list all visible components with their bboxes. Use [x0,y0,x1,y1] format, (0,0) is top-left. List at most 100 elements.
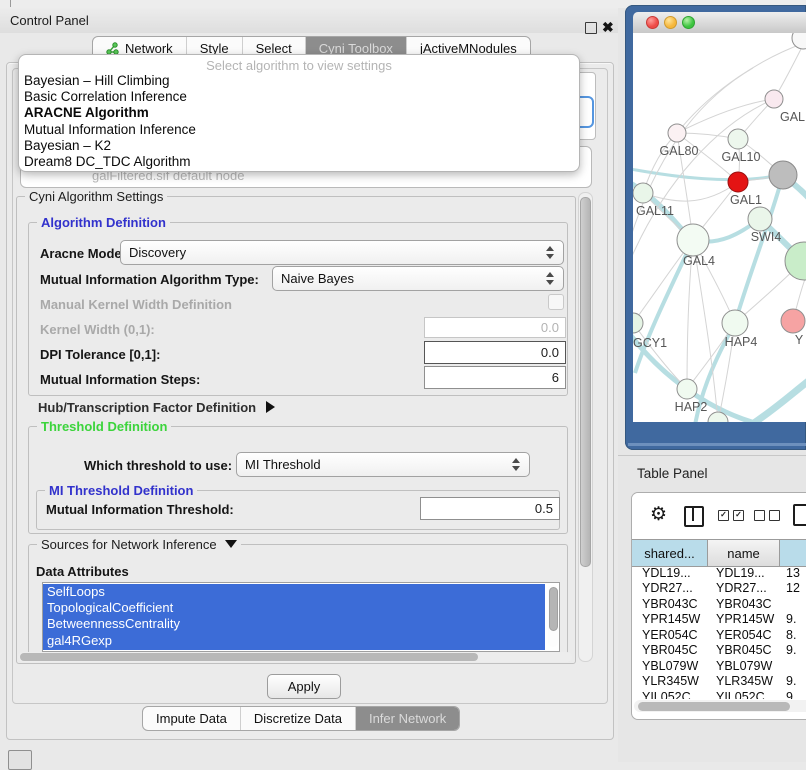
data-attribute-item[interactable]: SelfLoops [43,584,545,600]
document-icon[interactable] [793,504,806,526]
table-cell: 13 [780,566,806,580]
node-label: GAL1 [730,193,762,207]
algorithm-option[interactable]: Basic Correlation Inference [19,89,579,105]
network-node-hap2[interactable] [677,379,697,399]
table-row[interactable]: YLR345WYLR345W9. [632,674,806,690]
apply-button[interactable]: Apply [267,674,341,699]
tab-discretize-data[interactable]: Discretize Data [240,707,355,730]
table-row[interactable]: YPR145WYPR145W9. [632,612,806,628]
table-cell: YBL079W [632,659,708,673]
deselect-all-checkboxes-icon[interactable] [754,510,780,521]
network-node-gal80[interactable] [668,124,686,142]
expand-arrow-icon[interactable] [266,401,275,413]
algorithm-option[interactable]: Dream8 DC_TDC Algorithm [19,154,579,170]
table-cell: YER054C [632,628,708,642]
settings-horizontal-scrollbar[interactable] [18,652,572,662]
table-horizontal-scrollbar[interactable] [634,700,806,712]
network-edge-thick[interactable] [751,379,806,422]
network-window[interactable]: GALGAL80GAL10GAL1GAL11SWI4GAL4HAP4YGCY1H… [625,5,806,450]
scrollbar-thumb[interactable] [580,197,591,567]
data-attributes-list[interactable]: SelfLoopsTopologicalCoefficientBetweenne… [42,582,560,652]
panel-dock-button[interactable] [8,750,32,770]
table-cell: YLR345W [708,674,780,688]
algorithm-option[interactable]: Mutual Information Inference [19,122,579,138]
table-row[interactable]: YIL052CYIL052C9 [632,689,806,699]
algorithm-dropdown: Select algorithm to view settings Bayesi… [18,54,580,172]
column-header-cut[interactable] [780,540,806,566]
network-edge[interactable] [774,43,804,99]
table-row[interactable]: YER054CYER054C8. [632,627,806,643]
close-icon[interactable]: ✖ [602,19,614,35]
network-node-gal11[interactable] [633,183,653,203]
stepper-icon [546,272,555,285]
tab-impute-data[interactable]: Impute Data [143,707,240,730]
node-label: HAP2 [675,400,708,414]
table-cell: YDR27... [632,581,708,595]
network-node-y[interactable] [781,309,805,333]
network-edge-thick[interactable] [633,168,781,180]
network-edge[interactable] [643,182,738,201]
which-threshold-select[interactable]: MI Threshold [236,452,530,477]
settings-vertical-scrollbar[interactable] [578,192,593,662]
table-cell: 9. [780,643,806,657]
tab-label: Discretize Data [254,711,342,726]
group-title: Threshold Definition [37,419,171,434]
kernel-width-input[interactable]: 0.0 [424,317,566,338]
input-value: 6 [552,370,559,385]
table-cell: YIL052C [708,690,780,699]
network-window-titlebar[interactable] [633,12,806,34]
node-label: GCY1 [633,336,667,350]
tab-infer-network[interactable]: Infer Network [355,707,459,730]
manual-kernel-checkbox[interactable] [548,294,564,310]
data-attribute-item[interactable]: TopologicalCoefficient [43,600,545,616]
algorithm-option[interactable]: ARACNE Algorithm [19,105,579,121]
dpi-tolerance-input[interactable]: 0.0 [424,341,566,364]
network-node-gcy1[interactable] [633,313,643,333]
network-node-gal1[interactable] [728,172,748,192]
float-window-icon[interactable] [585,22,597,34]
data-attribute-item[interactable]: gal4RGexp [43,633,545,649]
hub-definition-toggle[interactable]: Hub/Transcription Factor Definition [38,400,275,415]
network-view-canvas[interactable]: GALGAL80GAL10GAL1GAL11SWI4GAL4HAP4YGCY1H… [633,33,806,422]
table-cell: 12 [780,581,806,595]
scrollbar-thumb[interactable] [638,702,790,711]
scrollbar-thumb[interactable] [20,653,478,661]
aracne-mode-select[interactable]: Discovery [120,240,564,265]
network-node-gal4[interactable] [677,224,709,256]
scrollbar-thumb[interactable] [549,587,558,631]
network-node-hap4[interactable] [722,310,748,336]
columns-icon[interactable] [684,506,704,527]
column-header-shared-name[interactable]: shared... [632,540,708,566]
data-attribute-item[interactable]: BetweennessCentrality [43,616,545,632]
table-row[interactable]: YBL079WYBL079W [632,658,806,674]
table-row[interactable]: YBR045CYBR045C9. [632,643,806,659]
network-node-swi4[interactable] [748,207,772,231]
table-row[interactable]: YDR27...YDR27...12 [632,581,806,597]
list-scrollbar[interactable] [548,585,558,647]
network-node-gal[interactable] [765,90,783,108]
node-label: HAP4 [725,335,758,349]
select-all-checkboxes-icon[interactable]: ✓✓ [718,510,744,521]
node-label: GAL4 [683,254,715,268]
network-node[interactable] [769,161,797,189]
close-traffic-light-icon[interactable] [646,16,659,29]
mi-steps-input[interactable]: 6 [424,366,566,389]
gear-icon[interactable]: ⚙ [650,504,667,526]
network-node-gal10[interactable] [728,129,748,149]
apply-label: Apply [288,679,321,694]
table-cell: 9. [780,674,806,688]
zoom-traffic-light-icon[interactable] [682,16,695,29]
algorithm-option[interactable]: Bayesian – K2 [19,138,579,154]
minimize-traffic-light-icon[interactable] [664,16,677,29]
table-header: shared... name [632,539,806,567]
algorithm-option[interactable]: Bayesian – Hill Climbing [19,73,579,89]
mi-threshold-input[interactable]: 0.5 [420,497,560,520]
mi-algorithm-type-select[interactable]: Naive Bayes [272,266,564,291]
selected-value: Discovery [129,245,186,260]
table-row[interactable]: YBR043CYBR043C [632,596,806,612]
network-graph[interactable]: GALGAL80GAL10GAL1GAL11SWI4GAL4HAP4YGCY1H… [633,33,806,422]
table-row[interactable]: YDL19...YDL19...13 [632,565,806,581]
column-header-name[interactable]: name [708,540,780,566]
collapse-arrow-icon[interactable] [225,540,237,548]
node-label: GAL10 [722,150,761,164]
